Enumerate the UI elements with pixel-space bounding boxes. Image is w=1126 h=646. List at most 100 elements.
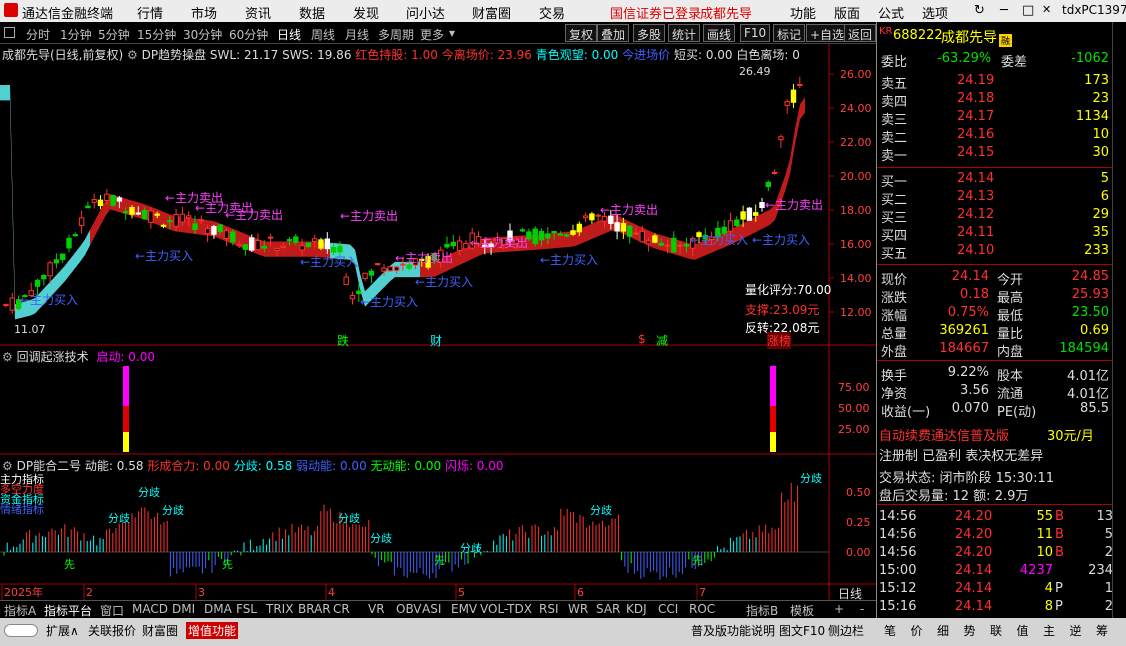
menu-discover[interactable]: 发现 [353,3,379,22]
menu-formula[interactable]: 公式 [878,3,904,22]
period-weekly[interactable]: 周线 [311,26,335,43]
marker-finance[interactable]: 财 [430,332,442,349]
period-5min[interactable]: 5分钟 [98,26,130,43]
toggle-switch-icon[interactable] [4,624,38,637]
sub2-gear-icon[interactable]: ⚙ [2,459,13,473]
f10-graphic-button[interactable]: 图文F10 [779,622,825,639]
indicator-tab-9[interactable]: CR [331,602,352,618]
marker-reduce[interactable]: 减 [656,332,668,349]
indicator-gear-icon[interactable]: ⚙ [127,48,138,62]
ask-row[interactable]: 卖四 24.18 23 [877,90,1113,110]
f10-button[interactable]: F10 [740,24,771,42]
wealth-circle-button[interactable]: 财富圈 [142,622,178,639]
marker-top-gainers[interactable]: 涨榜 [767,332,792,349]
indicator-tab-23[interactable]: + [832,602,846,618]
indicator-name[interactable]: DP趋势操盘 [142,48,206,62]
menu-market[interactable]: 市场 [191,3,217,22]
menu-wealth[interactable]: 财富圈 [472,3,511,22]
ask-row[interactable]: 卖一 24.15 30 [877,144,1113,164]
related-quote-button[interactable]: 关联报价 [88,622,136,639]
ad-row[interactable]: 自动续费通达信普及版 30元/月 [877,424,1113,444]
basic-edition-info[interactable]: 普及版功能说明 [691,622,775,639]
multi-stock-button[interactable]: 多股 [633,24,666,42]
period-15min[interactable]: 15分钟 [137,26,176,43]
quick-tab-4[interactable]: 联 [990,622,1002,639]
close-icon[interactable]: ✕ [1042,3,1051,16]
indicator-tab-8[interactable]: BRAR [296,602,333,618]
menu-market-quotes[interactable]: 行情 [137,3,163,22]
quick-tab-2[interactable]: 细 [937,622,949,639]
toggle-panel-icon[interactable] [4,27,15,38]
ask-row[interactable]: 卖三 24.17 1134 [877,108,1113,128]
period-daily[interactable]: 日线 [277,26,301,43]
quick-tab-1[interactable]: 价 [911,622,923,639]
menu-layout[interactable]: 版面 [834,3,860,22]
period-multi[interactable]: 多周期 [378,26,414,43]
bid-row[interactable]: 买三 24.12 29 [877,206,1113,226]
overlay-button[interactable]: 叠加 [597,24,630,42]
menu-ask[interactable]: 问小达 [406,3,445,22]
quick-tab-8[interactable]: 筹 [1096,622,1108,639]
bid-row[interactable]: 买五 24.10 233 [877,242,1113,262]
indicator-tab-20[interactable]: ROC [687,602,717,618]
value-added-button[interactable]: 增值功能 [186,622,239,639]
quick-tab-6[interactable]: 主 [1043,622,1055,639]
menu-functions[interactable]: 功能 [790,3,816,22]
sub1-name[interactable]: 回调起涨技术 [17,350,89,364]
minimize-icon[interactable]: ─ [1000,3,1008,18]
ad-text[interactable]: 自动续费通达信普及版 [879,425,1009,444]
restore-icon[interactable]: □ [1022,3,1034,18]
marker-drop[interactable]: 跌 [337,332,349,349]
indicator-tab-18[interactable]: KDJ [624,602,649,618]
quick-tab-5[interactable]: 值 [1017,622,1029,639]
menu-trade[interactable]: 交易 [539,3,565,22]
side-toolbar[interactable] [1112,22,1126,620]
period-60min[interactable]: 60分钟 [229,26,268,43]
period-more[interactable]: 更多 [420,26,444,43]
indicator-tab-2[interactable]: 窗口 [98,602,126,618]
indicator-tab-6[interactable]: FSL [234,602,259,618]
mark-button[interactable]: 标记 [773,24,806,42]
indicator-tab-14[interactable]: VOL-TDX [478,602,534,618]
bid-row[interactable]: 买一 24.14 5 [877,170,1113,190]
sidebar-toggle[interactable]: 侧边栏 [828,622,864,639]
menu-data[interactable]: 数据 [299,3,325,22]
refresh-icon[interactable]: ↻ [974,3,985,18]
period-intraday[interactable]: 分时 [26,26,50,43]
indicator-tab-0[interactable]: 指标A [2,602,38,618]
bid-row[interactable]: 买四 24.11 35 [877,224,1113,244]
chevron-down-icon[interactable]: ▾ [449,26,455,40]
indicator-tab-10[interactable]: VR [366,602,387,618]
quick-tab-7[interactable]: 逆 [1070,622,1082,639]
sub2-name[interactable]: DP能合二号 [17,459,81,473]
indicator-tab-22[interactable]: 模板 [788,602,816,618]
indicator-tab-5[interactable]: DMA [202,602,234,618]
ask-row[interactable]: 卖五 24.19 173 [877,72,1113,92]
indicator-tab-1[interactable]: 指标平台 [42,602,94,618]
indicator-tab-3[interactable]: MACD [130,602,170,618]
indicator-tab-4[interactable]: DMI [170,602,197,618]
indicator-tab-19[interactable]: CCI [656,602,680,618]
period-monthly[interactable]: 月线 [345,26,369,43]
indicator-tab-21[interactable]: 指标B [744,602,780,618]
draw-line-button[interactable]: 画线 [703,24,736,42]
period-30min[interactable]: 30分钟 [183,26,222,43]
bid-row[interactable]: 买二 24.13 6 [877,188,1113,208]
indicator-tab-13[interactable]: EMV [449,602,479,618]
indicator-tab-16[interactable]: WR [566,602,590,618]
ad-price[interactable]: 30元/月 [1047,425,1094,444]
period-1min[interactable]: 1分钟 [60,26,92,43]
menu-options[interactable]: 选项 [922,3,948,22]
quick-tab-0[interactable]: 笔 [884,622,896,639]
statistics-button[interactable]: 统计 [668,24,701,42]
menu-news[interactable]: 资讯 [245,3,271,22]
indicator-tab-15[interactable]: RSI [537,602,561,618]
indicator-tab-12[interactable]: ASI [420,602,443,618]
add-favorite-button[interactable]: +自选 [806,24,849,42]
login-status[interactable]: 国信证券已登录 [610,3,701,22]
indicator-tab-17[interactable]: SAR [594,602,622,618]
expand-button[interactable]: 扩展∧ [46,622,79,639]
sub1-gear-icon[interactable]: ⚙ [2,350,13,364]
quick-tab-3[interactable]: 势 [964,622,976,639]
adjust-button[interactable]: 复权 [565,24,598,42]
